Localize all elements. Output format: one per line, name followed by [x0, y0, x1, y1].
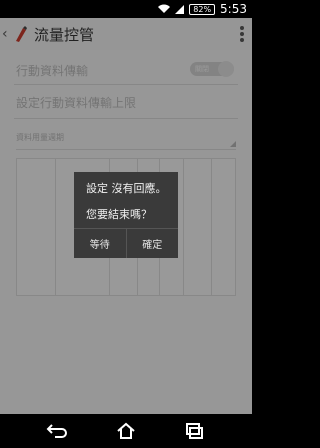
not-responding-dialog: 設定 沒有回應。 您要結束嗎？ 等待 確定 — [74, 172, 178, 258]
wifi-icon — [158, 4, 171, 13]
ok-button[interactable]: 確定 — [125, 229, 179, 258]
signal-icon — [175, 4, 185, 14]
battery-percent: 82% — [193, 4, 212, 14]
navigation-bar — [0, 414, 252, 448]
dialog-buttons: 等待 確定 — [74, 228, 178, 258]
wait-button[interactable]: 等待 — [74, 229, 126, 258]
status-bar: 82% 5:53 — [0, 0, 252, 18]
clock: 5:53 — [220, 2, 247, 16]
dialog-message: 您要結束嗎？ — [86, 208, 152, 221]
battery-indicator: 82% — [189, 3, 216, 15]
nav-recents-icon[interactable] — [184, 422, 204, 440]
dialog-title: 設定 沒有回應。 — [86, 182, 167, 195]
nav-home-icon[interactable] — [116, 422, 136, 440]
nav-back-icon[interactable] — [46, 422, 68, 440]
